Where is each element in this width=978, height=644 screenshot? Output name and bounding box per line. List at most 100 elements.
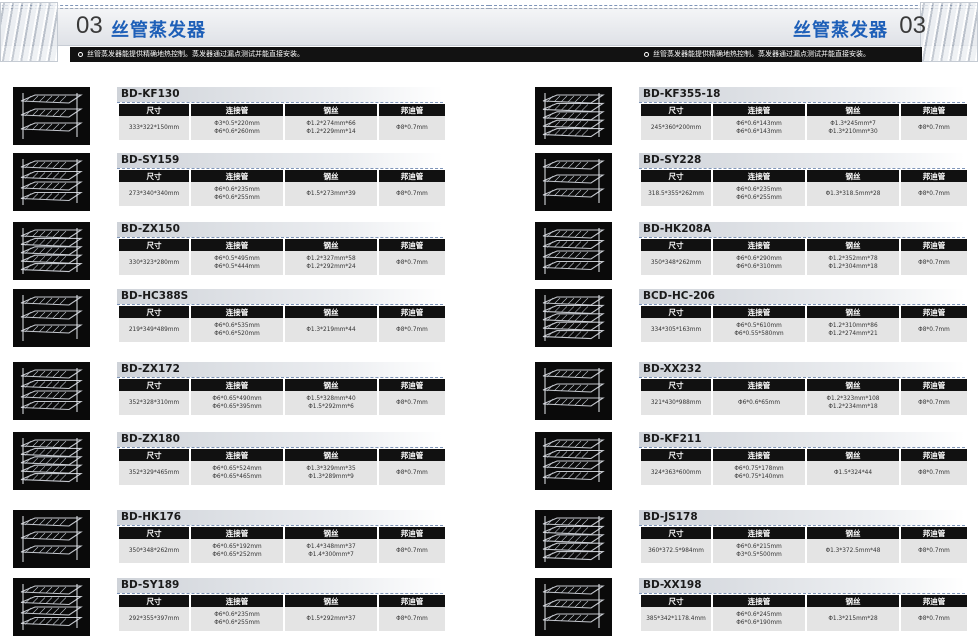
header-size: 尺寸: [119, 170, 189, 182]
header-bundy: 邦迪管: [901, 449, 967, 461]
wire-cell: Φ1.5*328mm*40 Φ1.5*292mm*6: [285, 391, 377, 415]
wire-cell: Φ1.5*324*44: [807, 461, 899, 485]
product-card: BD-JS178 尺寸 连接管 钢丝 邦迪管 360*372.5*984mm Φ6*0.6*…: [535, 510, 967, 570]
wire-value: Φ1.3*372.5mm*48: [825, 548, 881, 554]
model-divider: [117, 525, 443, 526]
connector-value: Φ6*0.65*192mm: [212, 544, 262, 550]
wire-value: Φ1.5*292mm*6: [308, 404, 354, 410]
size-cell: 330*323*280mm: [119, 251, 189, 275]
product-card: BD-ZX150 尺寸 连接管 钢丝 邦迪管 330*323*280mm Φ6*0.5*49…: [13, 222, 445, 282]
header-size: 尺寸: [119, 595, 189, 607]
product-card: BD-KF355-18 尺寸 连接管 钢丝 邦迪管 245*360*200mm Φ6*0.6…: [535, 87, 967, 147]
connector-value: Φ6*0.55*580mm: [734, 331, 784, 337]
header-bundy: 邦迪管: [379, 306, 445, 318]
evaporator-illustration: [535, 432, 612, 490]
bundy-cell: Φ8*0.7mm: [379, 391, 445, 415]
model-divider: [639, 237, 965, 238]
product-card: BD-HK208A 尺寸 连接管 钢丝 邦迪管 350*348*262mm Φ6*0.6*2…: [535, 222, 967, 282]
model-name: BCD-HC-206: [639, 289, 965, 304]
header-connector: 连接管: [191, 170, 283, 182]
bundy-cell: Φ8*0.7mm: [901, 607, 967, 631]
model-name: BD-XX198: [639, 578, 965, 593]
wire-cell: Φ1.2*352mm*78 Φ1.2*304mm*18: [807, 251, 899, 275]
connector-value: Φ6*0.5*495mm: [214, 256, 260, 262]
connector-value: Φ6*0.6*235mm: [736, 187, 782, 193]
header-size: 尺寸: [641, 239, 711, 251]
note-text: 丝管蒸发器能提供精确地热控制。蒸发器通过漏点测试并能直接安装。: [87, 50, 304, 58]
model-divider: [639, 525, 965, 526]
wire-cell: Φ1.4*348mm*37 Φ1.4*300mm*7: [285, 539, 377, 563]
model-divider: [117, 447, 443, 448]
header-dotted-line: [489, 5, 978, 6]
header-connector: 连接管: [191, 527, 283, 539]
connector-value: Φ3*0.5*220mm: [214, 121, 260, 127]
size-cell: 324*363*600mm: [641, 461, 711, 485]
evaporator-illustration: [13, 432, 90, 490]
evaporator-illustration: [535, 362, 612, 420]
product-photo: [535, 87, 612, 145]
header-bundy: 邦迪管: [379, 527, 445, 539]
spec-table: 尺寸 连接管 钢丝 邦迪管 321*430*988mm Φ6*0.6*65mm Φ1.2*3…: [639, 379, 969, 415]
wire-value: Φ1.5*273mm*39: [306, 191, 356, 197]
note-bar: 丝管蒸发器能提供精确地热控制。蒸发器通过漏点测试并能直接安装。: [70, 47, 489, 62]
evaporator-illustration: [535, 578, 612, 636]
wire-cell: Φ1.3*219mm*44: [285, 318, 377, 342]
spec-table: 尺寸 连接管 钢丝 邦迪管 330*323*280mm Φ6*0.5*495mm Φ6*0.…: [117, 239, 447, 275]
spec-table: 尺寸 连接管 钢丝 邦迪管 385*342*1178.4mm Φ6*0.6*245mm Φ6…: [639, 595, 969, 631]
model-name: BD-HC388S: [117, 289, 443, 304]
evaporator-decoration-image: [920, 2, 978, 62]
connector-value: Φ6*0.6*245mm: [736, 612, 782, 618]
bundy-cell: Φ8*0.7mm: [901, 461, 967, 485]
connector-value: Φ6*0.65*490mm: [212, 396, 262, 402]
model-divider: [639, 593, 965, 594]
model-name: BD-SY228: [639, 153, 965, 168]
header-size: 尺寸: [119, 104, 189, 116]
product-photo: [535, 362, 612, 420]
connector-value: Φ6*0.65*524mm: [212, 466, 262, 472]
evaporator-illustration: [13, 510, 90, 568]
size-cell: 334*305*163mm: [641, 318, 711, 342]
header-wire: 钢丝: [285, 595, 377, 607]
size-cell: 350*348*262mm: [641, 251, 711, 275]
header-bundy: 邦迪管: [379, 104, 445, 116]
product-photo: [535, 578, 612, 636]
bundy-cell: Φ8*0.7mm: [901, 539, 967, 563]
size-cell: 385*342*1178.4mm: [641, 607, 711, 631]
connector-cell: Φ6*0.6*235mm Φ6*0.6*255mm: [191, 607, 283, 631]
header-bundy: 邦迪管: [379, 239, 445, 251]
model-divider: [639, 102, 965, 103]
note-bar: 丝管蒸发器能提供精确地热控制。蒸发器通过漏点测试并能直接安装。: [489, 47, 922, 62]
connector-value: Φ6*0.65*252mm: [212, 552, 262, 558]
note-text: 丝管蒸发器能提供精确地热控制。蒸发器通过漏点测试并能直接安装。: [653, 50, 870, 58]
connector-value: Φ6*0.6*535mm: [214, 323, 260, 329]
model-name: BD-HK208A: [639, 222, 965, 237]
header-size: 尺寸: [641, 104, 711, 116]
connector-value: Φ6*0.65*465mm: [212, 474, 262, 480]
header-size: 尺寸: [641, 449, 711, 461]
header-bundy: 邦迪管: [901, 239, 967, 251]
connector-value: Φ6*0.6*255mm: [214, 195, 260, 201]
connector-value: Φ6*0.6*143mm: [736, 129, 782, 135]
wire-cell: Φ1.3*245mm*7 Φ1.3*210mm*30: [807, 116, 899, 140]
wire-value: Φ1.2*310mm*86: [828, 323, 878, 329]
header-wire: 钢丝: [807, 306, 899, 318]
bundy-cell: Φ8*0.7mm: [379, 251, 445, 275]
wire-cell: Φ1.2*274mm*66 Φ1.2*229mm*14: [285, 116, 377, 140]
header-bundy: 邦迪管: [901, 104, 967, 116]
product-photo: [535, 432, 612, 490]
wire-cell: Φ1.2*310mm*86 Φ1.2*274mm*21: [807, 318, 899, 342]
bundy-cell: Φ8*0.7mm: [379, 607, 445, 631]
section-title: 丝管蒸发器: [793, 20, 888, 41]
bundy-cell: Φ8*0.7mm: [379, 182, 445, 206]
evaporator-illustration: [13, 153, 90, 211]
product-card: BD-XX198 尺寸 连接管 钢丝 邦迪管 385*342*1178.4mm Φ6*0.6…: [535, 578, 967, 638]
spec-table: 尺寸 连接管 钢丝 邦迪管 350*348*262mm Φ6*0.6*290mm Φ6*0.…: [639, 239, 969, 275]
wire-value: Φ1.3*289mm*9: [308, 474, 354, 480]
header-size: 尺寸: [119, 239, 189, 251]
header-bundy: 邦迪管: [901, 170, 967, 182]
evaporator-illustration: [535, 222, 612, 280]
header-right: 丝管蒸发器 03 丝管蒸发器能提供精确地热控制。蒸发器通过漏点测试并能直接安装。: [489, 0, 978, 66]
header-bundy: 邦迪管: [901, 306, 967, 318]
product-card: BD-KF211 尺寸 连接管 钢丝 邦迪管 324*363*600mm Φ6*0.75*1…: [535, 432, 967, 492]
wire-cell: Φ1.3*215mm*28: [807, 607, 899, 631]
